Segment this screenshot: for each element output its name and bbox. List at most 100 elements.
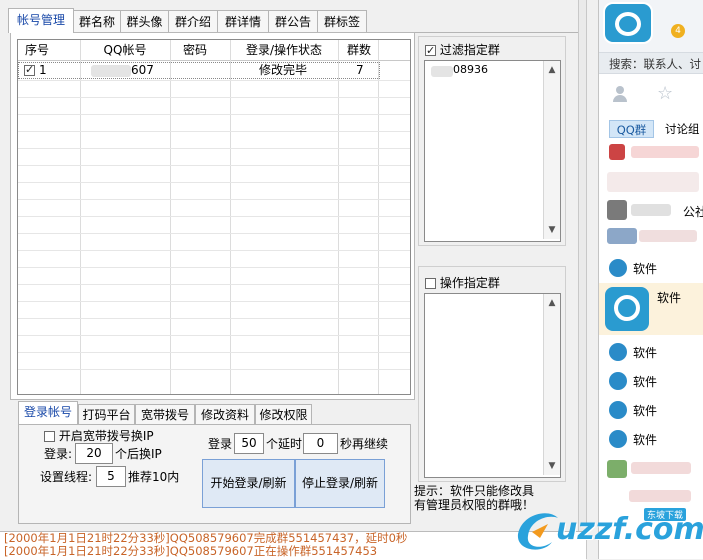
- group-icon: [609, 343, 627, 361]
- qq-badge: 4: [671, 24, 685, 38]
- table-row[interactable]: 1 607 修改完毕 7: [18, 62, 380, 79]
- tab-group-avatar[interactable]: 群头像: [120, 10, 169, 32]
- start-login-button[interactable]: 开始登录/刷新: [202, 459, 295, 508]
- list-item[interactable]: 软件: [599, 338, 703, 366]
- list-item[interactable]: 软件: [599, 425, 703, 453]
- start-login-label: 开始登录/刷新: [210, 476, 287, 490]
- log-area[interactable]: [2000年1月1日21时22分33秒]QQ508579607完成群551457…: [0, 531, 586, 560]
- list-item-label: 软件: [633, 433, 658, 447]
- group-icon: [609, 372, 627, 390]
- list-item[interactable]: 软件: [599, 254, 703, 282]
- login-count-input[interactable]: 20: [75, 443, 113, 464]
- list-item-selected[interactable]: 软件: [599, 283, 703, 335]
- qq-group-tab[interactable]: QQ群: [609, 120, 654, 138]
- group-redacted: [431, 66, 453, 77]
- stop-login-label: 停止登录/刷新: [301, 476, 379, 490]
- scroll-down-icon[interactable]: ▼: [544, 225, 560, 235]
- threads-input[interactable]: 5: [96, 466, 126, 487]
- delay-input[interactable]: 0: [303, 433, 338, 454]
- list-item-label: 软件: [633, 375, 658, 389]
- tab-edit-profile[interactable]: 修改资料: [195, 404, 255, 424]
- row-index: 1: [39, 63, 47, 77]
- redacted-contact: [631, 146, 699, 158]
- tab-group-details[interactable]: 群详情: [217, 10, 269, 32]
- watermark-logo: uzzf.com 东坡下载: [508, 500, 703, 559]
- col-header-qq[interactable]: QQ帐号: [80, 40, 170, 60]
- log-line: [2000年1月1日21时22分33秒]QQ508579607正在操作群5514…: [4, 544, 378, 558]
- list-item[interactable]: 软件: [599, 367, 703, 395]
- redacted-contact: [607, 200, 627, 220]
- qq-search-box[interactable]: 搜索：联系人、讨: [599, 52, 703, 74]
- tab-group-name[interactable]: 群名称: [73, 10, 121, 32]
- redacted-contact: [607, 228, 637, 244]
- contacts-icon[interactable]: [613, 86, 627, 102]
- filter-label: 过滤指定群: [439, 43, 500, 57]
- stop-login-button[interactable]: 停止登录/刷新: [295, 459, 385, 508]
- tab-group-announcement[interactable]: 群公告: [268, 10, 318, 32]
- row-group-count: 7: [356, 63, 364, 77]
- scroll-down-icon[interactable]: ▼: [544, 461, 560, 471]
- row-checkbox[interactable]: [24, 63, 35, 76]
- broadband-label: 开启宽带拨号换IP: [58, 429, 154, 443]
- filter-header[interactable]: 过滤指定群: [425, 42, 503, 59]
- scroll-up-icon[interactable]: ▲: [544, 65, 560, 75]
- list-item[interactable]: 软件: [599, 396, 703, 424]
- broadband-ip-option[interactable]: 开启宽带拨号换IP: [44, 429, 154, 443]
- col-header-password[interactable]: 密码: [170, 40, 220, 60]
- filter-checkbox[interactable]: [425, 43, 436, 59]
- redacted-contact: [607, 172, 699, 192]
- login-label: 登录:: [44, 447, 73, 461]
- discussion-group-tab[interactable]: 讨论组: [665, 120, 700, 138]
- col-header-group-count[interactable]: 群数: [340, 40, 378, 60]
- partial-contact-label: 公社: [683, 205, 703, 219]
- operate-header[interactable]: 操作指定群: [425, 275, 503, 291]
- account-table[interactable]: 序号 QQ帐号 密码 登录/操作状态 群数 1 607 修改完毕 7: [17, 39, 411, 395]
- tab-group-intro[interactable]: 群介绍: [168, 10, 218, 32]
- filter-list[interactable]: 08936 ▲ ▼: [424, 60, 561, 242]
- qq-redacted: [91, 65, 131, 77]
- list-item-label: 软件: [633, 346, 658, 360]
- row-qq: 607: [131, 63, 154, 77]
- qq-logo-icon[interactable]: [603, 2, 653, 44]
- list-item-label: 软件: [633, 404, 658, 418]
- filter-scrollbar[interactable]: ▲ ▼: [543, 61, 560, 239]
- list-item-label: 软件: [657, 291, 682, 305]
- col-header-status[interactable]: 登录/操作状态: [228, 40, 340, 60]
- group-avatar-icon: [605, 287, 649, 331]
- redacted-contact: [609, 144, 625, 160]
- delay-label: 个延时: [266, 437, 303, 451]
- tab-broadband-dial[interactable]: 宽带拨号: [135, 404, 195, 424]
- broadband-checkbox[interactable]: [44, 431, 55, 442]
- group-icon: [609, 259, 627, 277]
- redacted-contact: [607, 460, 627, 478]
- list-item-label: 软件: [633, 262, 658, 276]
- qq-contact-panel: 4 搜索：联系人、讨 ☆ QQ群 讨论组 公社 软件 软件 软件 软件 软件 软…: [598, 0, 703, 559]
- redacted-contact: [639, 230, 697, 242]
- group-icon: [609, 430, 627, 448]
- operate-checkbox[interactable]: [425, 278, 436, 289]
- row-status: 修改完毕: [259, 63, 308, 77]
- redacted-contact: [631, 204, 671, 216]
- change-ip-label: 个后换IP: [115, 447, 162, 461]
- resume-label: 秒再继续: [340, 437, 389, 451]
- favorites-star-icon[interactable]: ☆: [657, 83, 673, 104]
- col-header-index[interactable]: 序号: [18, 40, 56, 60]
- filter-item[interactable]: 08936: [453, 63, 488, 76]
- watermark-tagline: 东坡下载: [644, 508, 687, 521]
- scroll-up-icon[interactable]: ▲: [544, 298, 560, 308]
- tab-edit-permissions[interactable]: 修改权限: [255, 404, 312, 424]
- tab-login-account[interactable]: 登录帐号: [18, 401, 78, 425]
- table-header: 序号 QQ帐号 密码 登录/操作状态 群数: [18, 40, 410, 61]
- login-batch-label: 登录: [208, 437, 233, 451]
- tab-account-management[interactable]: 帐号管理: [8, 8, 74, 33]
- threads-label: 设置线程:: [40, 470, 93, 484]
- tab-group-tags[interactable]: 群标签: [317, 10, 367, 32]
- tab-captcha-platform[interactable]: 打码平台: [78, 404, 135, 424]
- group-icon: [609, 401, 627, 419]
- operate-list[interactable]: ▲ ▼: [424, 293, 561, 478]
- operate-scrollbar[interactable]: ▲ ▼: [543, 294, 560, 475]
- login-batch-input[interactable]: 50: [234, 433, 264, 454]
- redacted-contact: [631, 462, 691, 474]
- recommend-label: 推荐10内: [128, 470, 180, 484]
- window-right-border: [578, 0, 587, 559]
